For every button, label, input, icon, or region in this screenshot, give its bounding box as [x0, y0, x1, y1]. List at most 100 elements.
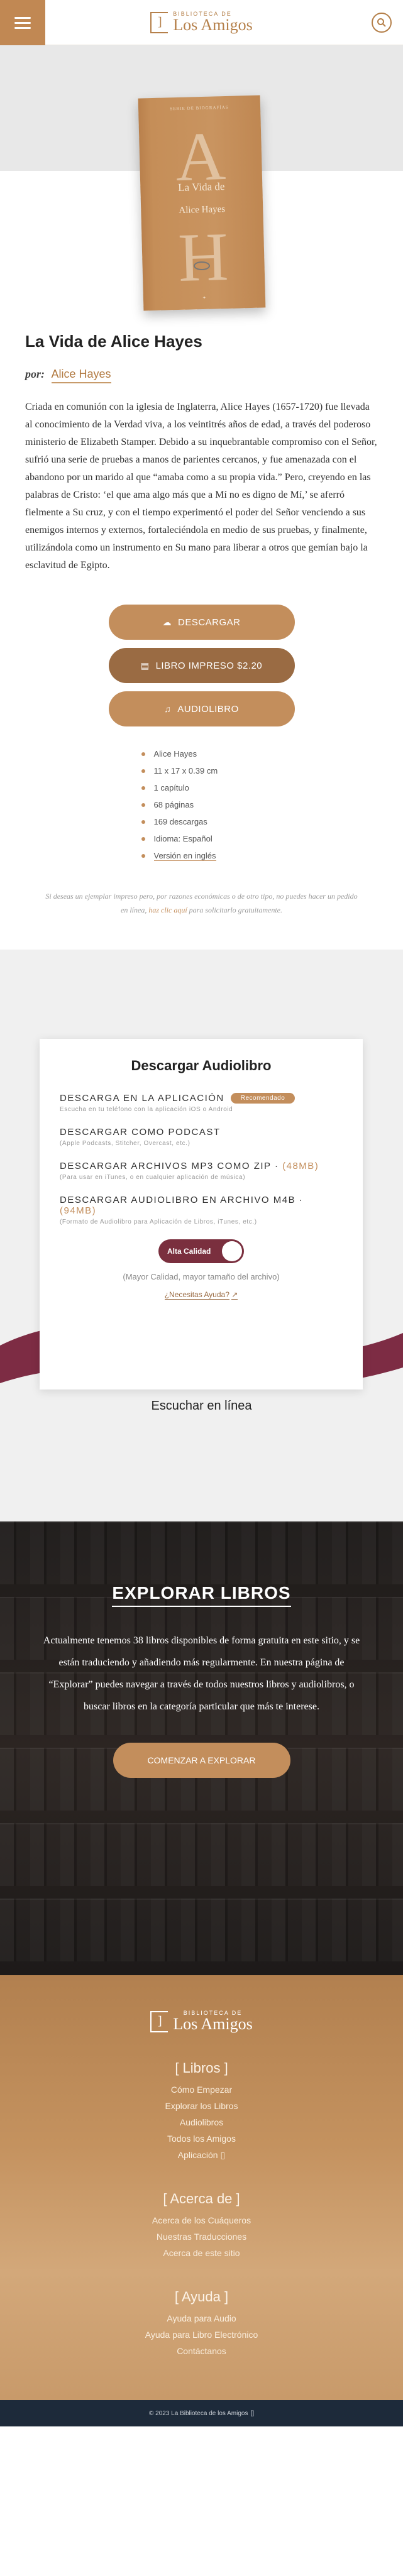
footer-link-translations[interactable]: Nuestras Traducciones	[0, 2228, 403, 2245]
footer-link-getting-started[interactable]: Cómo Empezar	[0, 2081, 403, 2098]
audiobook-card-title: Descargar Audiolibro	[131, 1058, 272, 1073]
cloud-download-icon: ☁	[162, 617, 172, 627]
spec-downloads: 169 descargas	[139, 813, 265, 830]
book-specs: Alice Hayes 11 x 17 x 0.39 cm 1 capítulo…	[139, 745, 265, 864]
footer-link-contact[interactable]: Contáctanos	[0, 2343, 403, 2359]
download-m4b-option[interactable]: DESCARGAR AUDIOLIBRO EN ARCHIVO M4B · (9…	[60, 1195, 343, 1225]
book-info: La Vida de Alice Hayes por: Alice Hayes …	[0, 309, 403, 593]
option-subtitle: (Para usar en iTunes, o en cualquier apl…	[60, 1174, 246, 1181]
cover-footer: ✦	[202, 295, 206, 301]
hamburger-line-icon	[14, 16, 31, 19]
logo-big-text: Los Amigos	[173, 16, 253, 34]
explore-title: EXPLORAR LIBROS	[112, 1583, 291, 1607]
explore-section: EXPLORAR LIBROS Actualmente tenemos 38 l…	[0, 1521, 403, 1975]
help-link-label: ¿Necesitas Ayuda?	[164, 1290, 229, 1300]
download-podcast-option[interactable]: DESCARGAR COMO PODCAST (Apple Podcasts, …	[60, 1127, 343, 1147]
recommended-badge: Recomendado	[230, 1093, 295, 1104]
site-footer: ] BIBLIOTECA DE Los Amigos [ Libros ] Có…	[0, 1975, 403, 2400]
audiobook-section: Descargar Audiolibro DESCARGA EN LA APLI…	[0, 950, 403, 1521]
bookshelf-bg	[0, 1823, 403, 1886]
search-button[interactable]	[372, 13, 392, 33]
english-version-link[interactable]: Versión en inglés	[139, 847, 265, 864]
toggle-knob	[222, 1241, 242, 1261]
external-link-icon: ↗	[231, 1290, 238, 1300]
cover-author: Alice Hayes	[178, 204, 225, 216]
hamburger-line-icon	[14, 26, 31, 29]
action-buttons: ☁ DESCARGAR ▤ LIBRO IMPRESO $2.20 ♫ AUDI…	[0, 593, 403, 745]
footer-link-audiobooks[interactable]: Audiolibros	[0, 2114, 403, 2130]
option-title: DESCARGAR COMO PODCAST	[60, 1127, 221, 1137]
site-header: ] BIBLIOTECA DE Los Amigos	[0, 0, 403, 45]
spec-chapters: 1 capítulo	[139, 779, 265, 796]
free-request-link[interactable]: haz clic aquí	[148, 906, 187, 914]
footer-link-audio-help[interactable]: Ayuda para Audio	[0, 2310, 403, 2327]
spec-language: Idioma: Español	[139, 830, 265, 847]
phone-icon: ▯	[220, 2150, 226, 2160]
option-subtitle: Escucha en tu teléfono con la aplicación…	[60, 1106, 233, 1113]
download-app-option[interactable]: DESCARGA EN LA APLICACIÓN Recomendado Esc…	[60, 1093, 343, 1113]
download-label: DESCARGAR	[177, 617, 241, 628]
book-icon: ▤	[140, 660, 150, 671]
audiobook-label: AUDIOLIBRO	[177, 703, 239, 715]
logo-bracket-icon: ]	[150, 11, 168, 33]
headphones-icon: ♫	[164, 704, 172, 714]
audiobook-button[interactable]: ♫ AUDIOLIBRO	[108, 691, 295, 726]
footer-link-app-label: Aplicación	[177, 2150, 218, 2160]
cover-title: La Vida de	[177, 180, 225, 194]
cover-initial-h: H	[177, 217, 229, 296]
quality-toggle[interactable]: Alta Calidad	[158, 1239, 244, 1263]
logo-big-text: Los Amigos	[173, 2015, 253, 2033]
search-icon	[377, 18, 386, 27]
footer-heading-about: [ Acerca de ]	[163, 2191, 240, 2206]
menu-button[interactable]	[0, 0, 45, 45]
download-mp3-zip-option[interactable]: DESCARGAR ARCHIVOS MP3 COMO ZIP · (48MB)…	[60, 1161, 343, 1181]
listen-online-link[interactable]: Escuchar en línea	[0, 1399, 403, 1413]
option-subtitle: (Apple Podcasts, Stitcher, Overcast, etc…	[60, 1140, 190, 1147]
footer-heading-books: [ Libros ]	[175, 2060, 228, 2076]
copyright-text: © 2023 La Biblioteca de los Amigos	[148, 2409, 248, 2417]
book-cover[interactable]: SERIE DE BIOGRAFÍAS A La Vida de Alice H…	[138, 95, 265, 311]
bookshelf-bg	[0, 1899, 403, 1961]
footer-link-explore[interactable]: Explorar los Libros	[0, 2098, 403, 2114]
printed-book-label: LIBRO IMPRESO $2.20	[155, 660, 263, 671]
option-title: DESCARGA EN LA APLICACIÓN	[60, 1093, 224, 1104]
author-prefix: por:	[25, 368, 45, 380]
book-description: Criada en comunión con la iglesia de Ing…	[25, 402, 377, 571]
rotate-3d-icon[interactable]	[193, 261, 210, 270]
footer-link-about-site[interactable]: Acerca de este sitio	[0, 2245, 403, 2261]
help-link[interactable]: ¿Necesitas Ayuda? ↗	[60, 1290, 343, 1300]
quality-description: (Mayor Calidad, mayor tamaño del archivo…	[123, 1272, 280, 1281]
free-request-note: Si deseas un ejemplar impreso pero, por …	[0, 889, 403, 950]
quality-toggle-label: Alta Calidad	[167, 1247, 211, 1256]
footer-link-app[interactable]: Aplicación ▯	[0, 2147, 403, 2163]
english-version-label: Versión en inglés	[153, 851, 216, 861]
footer-heading-help: [ Ayuda ]	[174, 2289, 229, 2305]
printed-book-button[interactable]: ▤ LIBRO IMPRESO $2.20	[108, 648, 295, 683]
copyright-bar: © 2023 La Biblioteca de los Amigos []	[0, 2400, 403, 2426]
footer-link-quakers[interactable]: Acerca de los Cuáqueros	[0, 2212, 403, 2228]
footer-logo[interactable]: ] BIBLIOTECA DE Los Amigos	[0, 2010, 403, 2032]
logo-bracket-icon: ]	[150, 2010, 168, 2032]
site-logo[interactable]: ] BIBLIOTECA DE Los Amigos	[150, 11, 253, 34]
cover-series: SERIE DE BIOGRAFÍAS	[169, 104, 229, 112]
option-title: DESCARGAR ARCHIVOS MP3 COMO ZIP ·	[60, 1161, 283, 1171]
book-hero: SERIE DE BIOGRAFÍAS A La Vida de Alice H…	[0, 45, 403, 311]
footer-link-all-friends[interactable]: Todos los Amigos	[0, 2130, 403, 2147]
bookshelf-bg	[0, 1521, 403, 1584]
note-text-after: para solicitarlo gratuitamente.	[187, 906, 282, 914]
option-subtitle: (Formato de Audiolibro para Aplicación d…	[60, 1219, 257, 1225]
explore-description: Actualmente tenemos 38 libros disponible…	[43, 1635, 360, 1712]
option-size: (94MB)	[60, 1205, 97, 1216]
option-title: DESCARGAR AUDIOLIBRO EN ARCHIVO M4B ·	[60, 1195, 304, 1205]
spec-author: Alice Hayes	[139, 745, 265, 762]
book-title: La Vida de Alice Hayes	[25, 332, 202, 351]
spec-dimensions: 11 x 17 x 0.39 cm	[139, 762, 265, 779]
option-size: (48MB)	[282, 1161, 319, 1171]
logo-bracket-icon: []	[250, 2409, 255, 2417]
download-button[interactable]: ☁ DESCARGAR	[108, 605, 295, 640]
spec-pages: 68 páginas	[139, 796, 265, 813]
footer-link-ebook-help[interactable]: Ayuda para Libro Electrónico	[0, 2327, 403, 2343]
start-exploring-button[interactable]: COMENZAR A EXPLORAR	[113, 1743, 290, 1778]
author-line: por: Alice Hayes	[25, 368, 378, 383]
author-link[interactable]: Alice Hayes	[51, 368, 111, 383]
